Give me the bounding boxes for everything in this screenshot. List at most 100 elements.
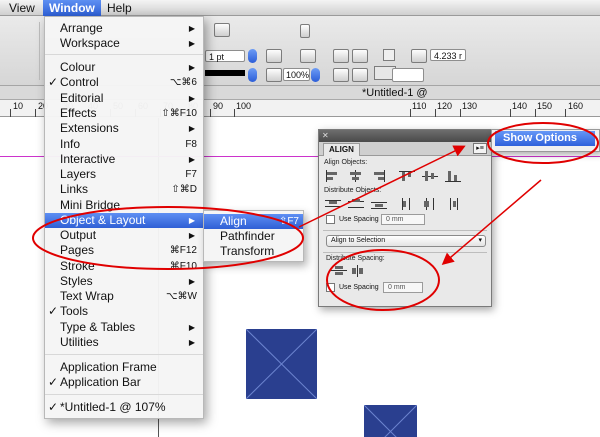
measure-field[interactable]: 4.233 r [430, 49, 466, 61]
submenu-item-align[interactable]: Align ⇧F7 [204, 214, 303, 229]
stroke-weight-value: 1 pt [209, 52, 225, 62]
menu-item-colour[interactable]: Colour ▶ [45, 60, 203, 75]
menu-item-tools[interactable]: ✓ Tools [45, 304, 203, 319]
fit-content-icon[interactable] [352, 49, 368, 63]
align-buttons-row [325, 170, 485, 184]
effects-icon[interactable] [411, 49, 427, 63]
menu-item-stroke[interactable]: Stroke ⌘F10 [45, 259, 203, 274]
measure-value: 4.233 r [434, 51, 463, 61]
frame-cross-icon [364, 405, 417, 437]
stroke-weight-field[interactable]: 1 pt [205, 50, 245, 62]
distribute-vertical-space-icon[interactable] [331, 265, 347, 277]
menu-help[interactable]: Help [101, 0, 138, 16]
distribute-vcenter-icon[interactable] [348, 198, 364, 210]
zoom-field[interactable]: 100% [283, 68, 310, 81]
show-options-menu-item[interactable]: Show Options [495, 131, 595, 146]
distribute-bottom-icon[interactable] [371, 198, 387, 210]
menu-item-links[interactable]: Links ⇧⌘D [45, 182, 203, 197]
menu-item-pages[interactable]: Pages ⌘F12 [45, 243, 203, 258]
panel-close-icon[interactable]: ✕ [322, 131, 329, 140]
stroke-type-stepper[interactable] [248, 68, 257, 82]
zoom-stepper[interactable] [311, 68, 320, 82]
panel-menu-icon[interactable]: ▸≡ [473, 143, 487, 154]
stroke-icon[interactable] [214, 23, 230, 37]
wrap-icon[interactable] [383, 49, 395, 61]
menu-item-effects[interactable]: Effects ⇧⌘F10 [45, 106, 203, 121]
distribute-spacing-label: Distribute Spacing: [326, 255, 385, 262]
align-panel: ✕ ALIGN ▸≡ Align Objects: Distribute Obj… [318, 129, 492, 307]
scale-y-icon[interactable] [266, 68, 282, 82]
menu-item-application-frame[interactable]: Application Frame [45, 360, 203, 375]
checkmark-icon: ✓ [48, 400, 59, 414]
menu-window[interactable]: Window [43, 0, 101, 16]
ruler-label: 90 [213, 101, 224, 111]
menu-item-workspace[interactable]: Workspace ▶ [45, 36, 203, 51]
distribute-right-icon[interactable] [445, 198, 461, 210]
control-left-area [0, 22, 40, 80]
stroke-type-swatch[interactable] [205, 70, 245, 76]
spacing-field[interactable]: 0 mm [381, 214, 425, 225]
rectangle-frame[interactable] [246, 329, 317, 399]
menu-item-editorial[interactable]: Editorial ▶ [45, 91, 203, 106]
object-layout-submenu: Align ⇧F7 Pathfinder Transform [203, 210, 304, 262]
align-objects-label: Align Objects: [324, 159, 368, 166]
distribute-buttons-row [325, 198, 485, 212]
ruler-label: 160 [568, 101, 584, 111]
corner-icon[interactable] [300, 24, 310, 38]
text-frame-icon[interactable] [333, 49, 349, 63]
menu-item-mini-bridge[interactable]: Mini Bridge [45, 198, 203, 213]
ruler-label: 120 [437, 101, 453, 111]
distribute-horizontal-space-icon[interactable] [350, 265, 366, 277]
panel-title-bar[interactable]: ✕ [319, 130, 491, 142]
fill-icon[interactable] [300, 49, 316, 63]
ruler-label: 130 [462, 101, 478, 111]
rectangle-frame[interactable] [364, 405, 417, 437]
menu-item-text-wrap[interactable]: Text Wrap ⌥⌘W [45, 289, 203, 304]
align-to-select[interactable]: Align to Selection ▾ [326, 235, 486, 247]
align-top-icon[interactable] [399, 170, 415, 182]
fit-frame-icon[interactable] [333, 68, 349, 82]
align-left-icon[interactable] [325, 170, 341, 182]
align-bottom-icon[interactable] [445, 170, 461, 182]
menu-item-interactive[interactable]: Interactive ▶ [45, 152, 203, 167]
menu-item-arrange[interactable]: Arrange ▶ [45, 21, 203, 36]
menu-item-output[interactable]: Output ▶ [45, 228, 203, 243]
menu-item-application-bar[interactable]: ✓ Application Bar [45, 375, 203, 390]
distribute-hcenter-icon[interactable] [422, 198, 438, 210]
menu-view[interactable]: View [3, 0, 41, 16]
align-horizontal-center-icon[interactable] [348, 170, 364, 182]
chevron-down-icon: ▾ [478, 237, 482, 244]
menu-item-control[interactable]: ✓ Control ⌥⌘6 [45, 75, 203, 90]
use-spacing-label-2: Use Spacing [339, 284, 379, 291]
use-spacing-label: Use Spacing [339, 216, 379, 223]
menu-item-layers[interactable]: Layers F7 [45, 167, 203, 182]
menu-item-styles[interactable]: Styles ▶ [45, 274, 203, 289]
ruler-label: 10 [13, 101, 24, 111]
use-spacing-checkbox[interactable] [326, 215, 335, 224]
align-vertical-center-icon[interactable] [422, 170, 438, 182]
menu-item-open-document[interactable]: ✓ *Untitled-1 @ 107% [45, 400, 203, 415]
menu-item-extensions[interactable]: Extensions ▶ [45, 121, 203, 136]
submenu-item-transform[interactable]: Transform [204, 244, 303, 259]
menu-item-object-layout[interactable]: Object & Layout ▶ [45, 213, 203, 228]
submenu-item-pathfinder[interactable]: Pathfinder [204, 229, 303, 244]
use-spacing-checkbox-2[interactable] [326, 283, 335, 292]
menu-item-type-tables[interactable]: Type & Tables ▶ [45, 320, 203, 335]
distribute-top-icon[interactable] [325, 198, 341, 210]
corner-shape-select[interactable] [392, 68, 424, 82]
scale-x-icon[interactable] [266, 49, 282, 63]
center-content-icon[interactable] [352, 68, 368, 82]
distribute-left-icon[interactable] [399, 198, 415, 210]
menu-item-utilities[interactable]: Utilities ▶ [45, 335, 203, 350]
ruler-label: 140 [512, 101, 528, 111]
menu-item-info[interactable]: Info F8 [45, 137, 203, 152]
ruler-label: 100 [236, 101, 252, 111]
checkmark-icon: ✓ [48, 75, 59, 89]
tab-align[interactable]: ALIGN [323, 143, 360, 156]
document-tab-title[interactable]: *Untitled-1 @ [362, 86, 428, 100]
spacing-field-2[interactable]: 0 mm [383, 282, 423, 293]
stroke-weight-stepper[interactable] [248, 49, 257, 63]
ruler-label: 110 [412, 101, 427, 111]
align-right-icon[interactable] [371, 170, 387, 182]
checkmark-icon: ✓ [48, 304, 59, 318]
